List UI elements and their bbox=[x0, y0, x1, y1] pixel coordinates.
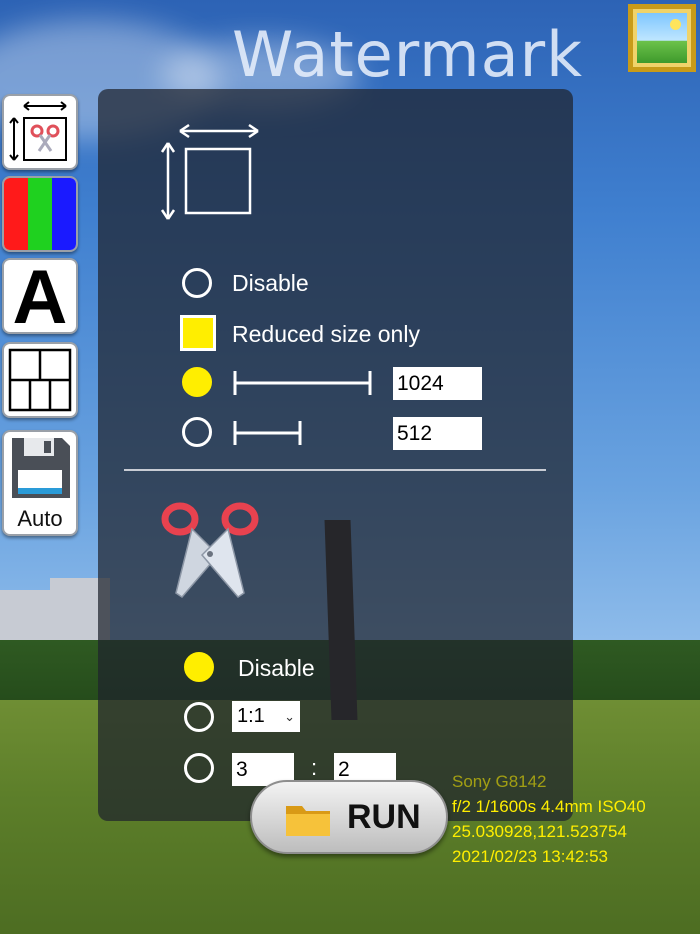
short-size-bar-icon bbox=[233, 421, 302, 445]
resize-512-radio[interactable] bbox=[182, 417, 212, 447]
layout-tool-button[interactable] bbox=[2, 342, 78, 418]
exif-camera: Sony G8142 bbox=[452, 772, 547, 791]
color-channels-button[interactable] bbox=[2, 176, 78, 252]
resize-disable-radio[interactable] bbox=[182, 268, 212, 298]
settings-panel: Disable Reduced size only 1024 512 Disab… bbox=[98, 89, 573, 821]
reduced-size-only-label: Reduced size only bbox=[232, 321, 420, 347]
run-label: RUN bbox=[347, 798, 421, 836]
crop-custom-radio[interactable] bbox=[184, 753, 214, 783]
resize-scissors-icon bbox=[9, 101, 67, 161]
resize-crop-tool-button[interactable] bbox=[2, 94, 78, 170]
resize-disable-label: Disable bbox=[232, 270, 309, 296]
exif-exposure: f/2 1/1600s 4.4mm ISO40 bbox=[452, 797, 646, 816]
reduced-size-only-checkbox[interactable] bbox=[180, 315, 216, 351]
resize-icon bbox=[160, 123, 259, 220]
exif-datetime: 2021/02/23 13:42:53 bbox=[452, 847, 608, 866]
long-size-bar-icon bbox=[233, 371, 372, 395]
auto-save-button[interactable]: Auto bbox=[2, 430, 78, 536]
resize-1024-radio[interactable] bbox=[182, 367, 212, 397]
ratio-separator: : bbox=[311, 755, 318, 780]
run-button[interactable]: RUN bbox=[250, 780, 448, 854]
text-tool-button[interactable]: A bbox=[2, 258, 78, 334]
crop-ratio-radio[interactable] bbox=[184, 702, 214, 732]
blue-channel-icon bbox=[52, 178, 76, 250]
green-channel-icon bbox=[28, 178, 52, 250]
section-divider bbox=[124, 469, 546, 471]
scissors-icon bbox=[161, 502, 259, 598]
ratio-select[interactable]: 1:1 ⌄ bbox=[232, 701, 300, 732]
crop-disable-label: Disable bbox=[238, 655, 315, 681]
floppy-disk-icon bbox=[12, 438, 70, 498]
grid-layout-icon bbox=[8, 348, 72, 412]
size-1024-input[interactable]: 1024 bbox=[393, 367, 482, 400]
chevron-down-icon: ⌄ bbox=[284, 709, 295, 724]
red-channel-icon bbox=[4, 178, 28, 250]
auto-label: Auto bbox=[17, 506, 63, 531]
exif-gps: 25.030928,121.523754 bbox=[452, 822, 627, 841]
size-512-input[interactable]: 512 bbox=[393, 417, 482, 450]
picture-icon[interactable] bbox=[628, 4, 696, 72]
letter-a-icon: A bbox=[12, 258, 68, 334]
crop-disable-radio[interactable] bbox=[184, 652, 214, 682]
app-title: Watermark bbox=[232, 18, 583, 91]
ratio-select-value: 1:1 bbox=[237, 705, 265, 727]
folder-icon bbox=[286, 806, 330, 836]
